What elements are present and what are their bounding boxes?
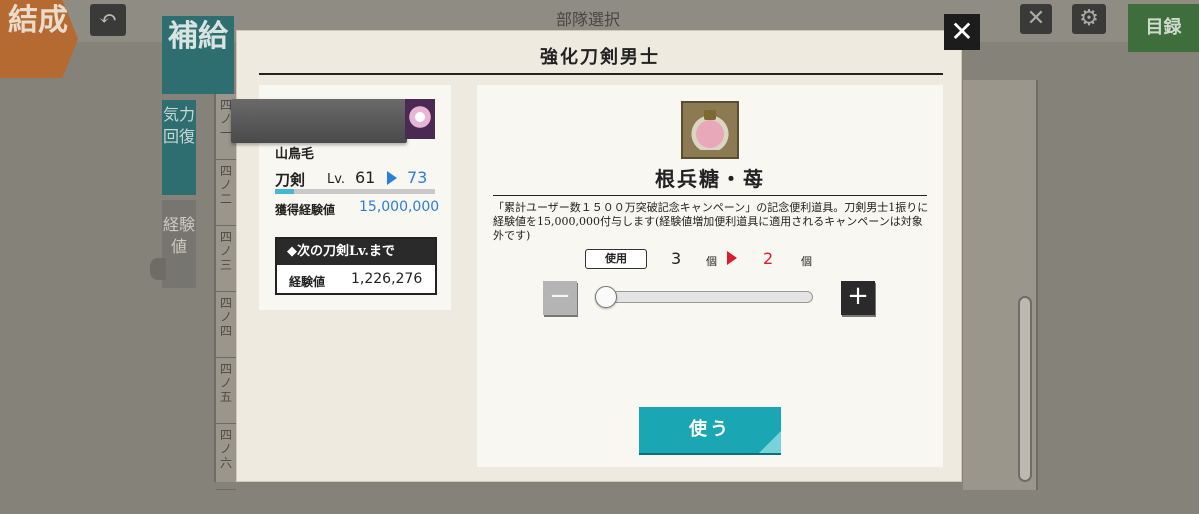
formation-tab[interactable]: 結成 bbox=[0, 0, 78, 78]
count-current: 3 bbox=[671, 249, 682, 268]
enhance-dialog: 強化刀剣男士 山鳥毛 刀剣 Lv. 61 73 獲得経験値 15,000,000… bbox=[231, 30, 962, 482]
minus-button[interactable]: − bbox=[543, 281, 577, 315]
unit-list: 四ノ一 四ノ二 四ノ三 四ノ四 四ノ五 四ノ六 bbox=[214, 94, 236, 490]
use-button[interactable]: 使う bbox=[639, 407, 781, 453]
next-exp-value: 1,226,276 bbox=[351, 271, 423, 287]
side-tab-energy[interactable]: 気力回復 bbox=[162, 100, 196, 195]
next-level-box: ◆次の刀剣Lv.まで 経験値 1,226,276 bbox=[275, 237, 437, 295]
count-unit: 個 bbox=[706, 255, 717, 268]
list-item[interactable]: 四ノ五 bbox=[216, 358, 236, 424]
scrollbar[interactable] bbox=[1018, 296, 1032, 482]
side-tab-exp[interactable]: 経験値 bbox=[162, 200, 196, 288]
catalog-button[interactable]: 目録 bbox=[1128, 4, 1199, 52]
dialog-title: 強化刀剣男士 bbox=[540, 47, 660, 68]
title-divider bbox=[259, 73, 943, 75]
item-description: 「累計ユーザー数１５００万突破記念キャンペーン」の記念便利道具。刀剣男士1振りに… bbox=[493, 201, 929, 242]
plus-button[interactable]: + bbox=[841, 281, 875, 315]
level-current: 61 bbox=[355, 168, 376, 187]
list-item[interactable]: 四ノ三 bbox=[216, 226, 236, 292]
count-arrow-icon bbox=[727, 251, 737, 265]
slider-handle[interactable] bbox=[595, 286, 617, 308]
screen-title: 部隊選択 bbox=[556, 10, 621, 29]
item-panel: 根兵糖・苺 「累計ユーザー数１５００万突破記念キャンペーン」の記念便利道具。刀剣… bbox=[477, 85, 943, 467]
flower-crest-icon bbox=[405, 99, 435, 139]
sugar-jar-icon bbox=[681, 101, 739, 159]
close-icon[interactable]: ✕ bbox=[1020, 4, 1052, 34]
level-arrow-icon bbox=[387, 171, 397, 185]
count-unit: 個 bbox=[801, 255, 812, 268]
character-class: 刀剣 bbox=[275, 171, 306, 189]
back-icon[interactable]: ↶ bbox=[90, 4, 126, 36]
supply-tab[interactable]: 補給 bbox=[162, 16, 234, 94]
exp-progress-bar bbox=[275, 189, 435, 194]
next-exp-label: 経験値 bbox=[289, 275, 326, 289]
next-level-heading: ◆次の刀剣Lv.まで bbox=[277, 239, 435, 265]
gain-value: 15,000,000 bbox=[359, 199, 440, 215]
quantity-slider[interactable] bbox=[595, 291, 813, 303]
item-divider bbox=[493, 195, 927, 196]
gear-icon[interactable]: ⚙ bbox=[1072, 4, 1106, 34]
character-banner bbox=[231, 99, 407, 143]
character-name: 山鳥毛 bbox=[275, 147, 315, 162]
item-name: 根兵糖・苺 bbox=[655, 167, 765, 191]
character-card: 山鳥毛 刀剣 Lv. 61 73 獲得経験値 15,000,000 ◆次の刀剣L… bbox=[231, 85, 451, 310]
exp-progress-fill bbox=[275, 189, 295, 194]
list-item[interactable]: 四ノ六 bbox=[216, 424, 236, 490]
gain-label: 獲得経験値 bbox=[275, 203, 336, 217]
left-arrow-icon[interactable] bbox=[150, 258, 166, 280]
level-label: Lv. bbox=[327, 172, 346, 187]
list-item[interactable]: 四ノ四 bbox=[216, 292, 236, 358]
count-after: 2 bbox=[763, 249, 774, 268]
list-item[interactable]: 四ノ二 bbox=[216, 160, 236, 226]
use-count-label: 使用 bbox=[585, 249, 647, 269]
close-icon[interactable]: ✕ bbox=[944, 14, 980, 50]
level-after: 73 bbox=[407, 168, 428, 187]
